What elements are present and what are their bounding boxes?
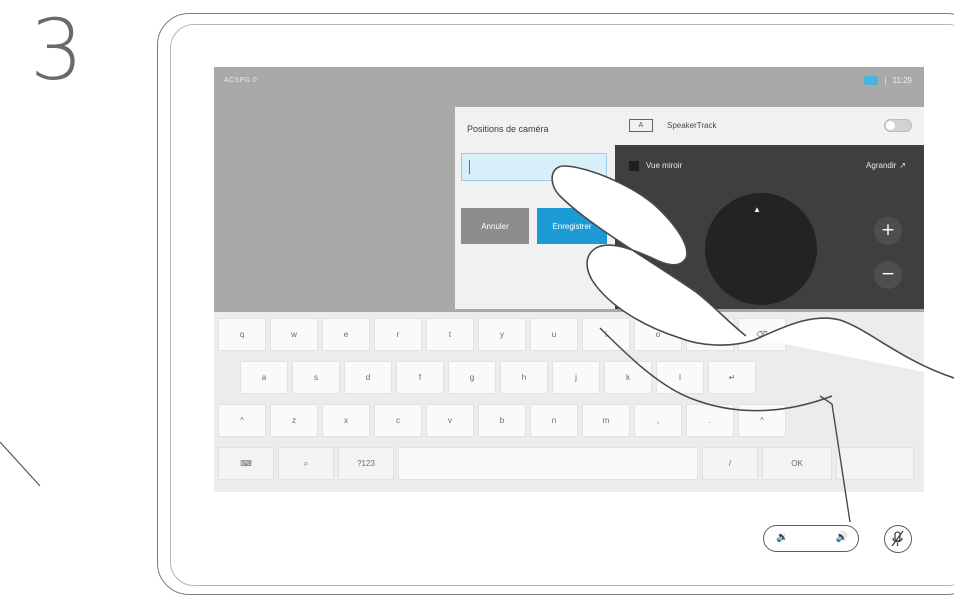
mute-button[interactable] [884,525,912,553]
side-divider-line [0,441,41,487]
volume-up-icon[interactable]: 🔊 [836,532,848,543]
keyboard-key[interactable]: e [322,318,370,351]
keyboard-key[interactable]: d [344,361,392,394]
keyboard-key[interactable]: c [374,404,422,437]
status-left-label: ACSPG 0 [224,77,258,84]
keyboard-key[interactable]: q [218,318,266,351]
panel-title: Positions de caméra [467,124,549,134]
keyboard-key[interactable]: g [448,361,496,394]
keyboard-key[interactable]: y [478,318,526,351]
status-bar: ACSPG 0 | 11:29 [214,67,924,95]
keyboard-key[interactable]: z [270,404,318,437]
text-caret [469,160,470,174]
keyboard-key[interactable]: t [426,318,474,351]
emoji-key[interactable]: ⌨ [218,447,274,480]
mic-muted-icon [891,530,904,547]
cancel-button[interactable]: Annuler [461,208,529,244]
speakertrack-icon: A [629,119,653,132]
keyboard-key[interactable]: a [240,361,288,394]
step-number: 3 [30,1,84,99]
keyboard-key[interactable]: ^ [218,404,266,437]
keyboard-key[interactable]: s [292,361,340,394]
keyboard-key[interactable]: x [322,404,370,437]
keyboard-key[interactable]: b [478,404,526,437]
clock: 11:29 [892,76,912,85]
keyboard-key[interactable]: v [426,404,474,437]
speakertrack-header: A SpeakerTrack [615,107,924,145]
keyboard-key[interactable]: r [374,318,422,351]
status-right: | 11:29 [864,76,912,85]
camera-status-icon[interactable] [864,76,879,85]
numbers-key[interactable]: ?123 [338,447,394,480]
keyboard-key[interactable]: f [396,361,444,394]
speakertrack-toggle[interactable] [884,119,912,132]
mic-key[interactable]: ⌕ [278,447,334,480]
keyboard-key[interactable]: w [270,318,318,351]
status-separator: | [884,76,887,85]
volume-control[interactable]: 🔉 🔊 [763,525,859,552]
speakertrack-label: SpeakerTrack [667,121,717,130]
hand-illustration [551,165,954,523]
volume-down-icon[interactable]: 🔉 [776,532,788,543]
